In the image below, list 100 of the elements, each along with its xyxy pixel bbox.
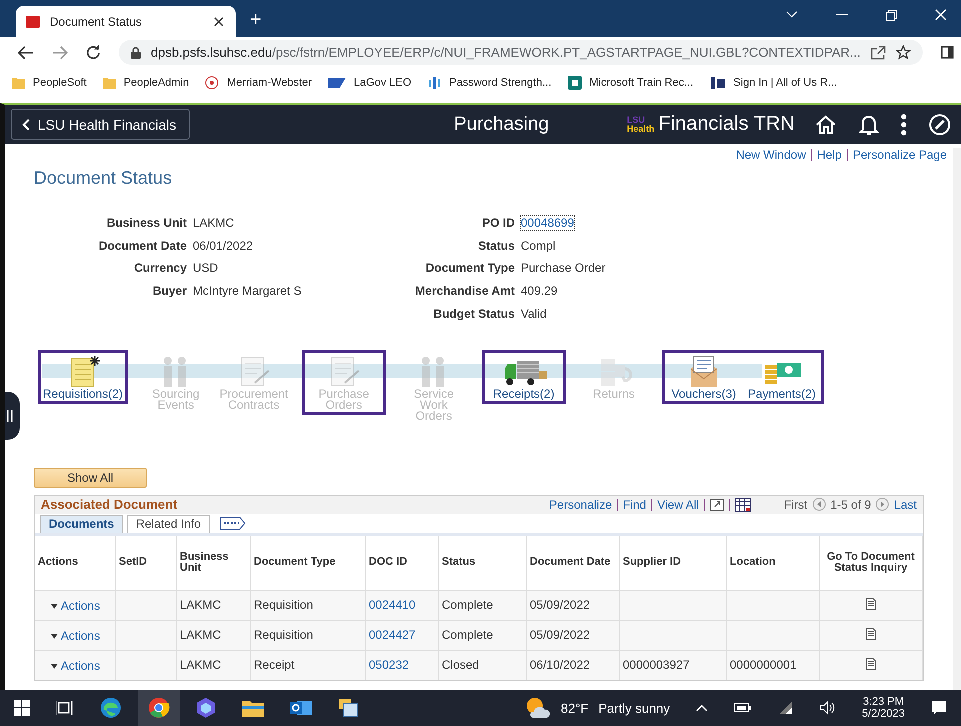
step-link[interactable]: Requisitions(2) xyxy=(43,388,124,400)
folder-icon[interactable] xyxy=(242,699,264,717)
brand-title: Financials TRN xyxy=(658,113,795,136)
grid-link[interactable]: View All xyxy=(657,498,700,512)
grid-link[interactable]: Personalize xyxy=(549,498,612,512)
grid-tab[interactable]: Documents xyxy=(40,514,124,533)
table-cell: 05/09/2022 xyxy=(530,628,590,642)
document-icon[interactable] xyxy=(866,598,876,610)
task-view-icon[interactable] xyxy=(56,700,74,716)
windows-start-icon[interactable] xyxy=(14,700,30,716)
clock-date: 5/2/2023 xyxy=(862,708,905,720)
bookmark-label: Password Strength... xyxy=(450,76,552,88)
step-link[interactable]: Payments(2) xyxy=(748,388,816,400)
browser-tab[interactable]: Document Status xyxy=(16,6,236,37)
bookmark[interactable]: Password Strength... xyxy=(428,76,552,90)
bookmark[interactable]: PeopleAdmin xyxy=(102,76,190,88)
back-arrow-icon[interactable] xyxy=(18,46,34,60)
compass-icon[interactable] xyxy=(929,114,951,136)
chevron-up-icon[interactable] xyxy=(696,704,708,712)
document-icon[interactable] xyxy=(866,658,876,670)
hexagon-app-icon[interactable] xyxy=(196,697,216,719)
page-header-title: Purchasing xyxy=(454,114,550,136)
po-id-link[interactable]: 00048699 xyxy=(521,216,574,230)
bookmark-label: PeopleSoft xyxy=(33,76,87,88)
minimize-icon[interactable] xyxy=(836,14,848,16)
previous-icon[interactable] xyxy=(812,498,826,512)
caret-icon xyxy=(51,664,58,669)
chevron-down-icon[interactable] xyxy=(786,11,798,19)
field-label: Document Date xyxy=(98,238,187,253)
restore-icon[interactable] xyxy=(886,10,897,20)
clock-time: 3:23 PM xyxy=(863,696,904,708)
field-value: Purchase Order xyxy=(521,261,606,276)
mail-app-icon[interactable] xyxy=(290,698,312,718)
wifi-icon[interactable] xyxy=(778,701,794,715)
bookmark[interactable]: Merriam-Webster xyxy=(205,76,312,90)
bookmark[interactable]: PeopleSoft xyxy=(12,76,87,88)
field-label: Currency xyxy=(133,261,187,276)
address-bar[interactable]: dpsb.psfs.lsuhsc.edu/psc/fstrn/EMPLOYEE/ERP/c/NUI_FRAMEWORK.PT_AGSTARTPAGE_NUI.GBL?CONTEXTIDPAR... xyxy=(119,40,923,65)
reload-icon[interactable] xyxy=(86,45,101,60)
field-value: USD xyxy=(193,261,218,276)
chevron-left-icon xyxy=(22,118,30,130)
battery-icon[interactable] xyxy=(734,702,752,714)
page-link[interactable]: Personalize Page xyxy=(852,148,947,162)
step-link[interactable]: Vouchers(3) xyxy=(672,388,736,400)
page-link[interactable]: Help xyxy=(817,148,842,162)
field-label: Buyer xyxy=(152,284,187,298)
field-label: Merchandise Amt xyxy=(414,284,515,298)
side-panel-handle[interactable] xyxy=(5,392,20,440)
bookmark[interactable]: LaGov LEO xyxy=(328,76,412,88)
bookmark-label: Sign In | All of Us R... xyxy=(734,76,838,88)
notifications-icon[interactable] xyxy=(931,700,947,716)
folder-icon xyxy=(102,76,116,88)
field-value: Valid xyxy=(521,306,547,321)
back-button[interactable]: LSU Health Financials xyxy=(11,109,190,140)
column-header: Actions xyxy=(35,536,116,590)
table-cell: Complete xyxy=(442,598,494,612)
step-label: Purchase Orders xyxy=(318,388,370,411)
show-all-columns-icon[interactable] xyxy=(220,516,246,530)
speaker-icon[interactable] xyxy=(820,701,836,715)
show-all-button[interactable]: Show All xyxy=(34,468,147,488)
new-tab-button[interactable]: + xyxy=(250,9,262,32)
column-header: Location xyxy=(726,536,820,590)
bookmark-label: LaGov LEO xyxy=(354,76,412,88)
more-vertical-icon[interactable] xyxy=(901,114,907,136)
new-window-icon[interactable] xyxy=(710,498,724,511)
field-value: 06/01/2022 xyxy=(193,238,254,253)
forward-arrow-icon[interactable] xyxy=(52,46,68,60)
document-icon[interactable] xyxy=(866,628,876,640)
last-link[interactable]: Last xyxy=(894,498,917,512)
bars-icon xyxy=(428,76,442,90)
step-label: Returns xyxy=(593,388,636,400)
home-icon[interactable] xyxy=(815,114,837,134)
side-panel-icon[interactable] xyxy=(940,46,954,59)
bell-icon[interactable] xyxy=(859,114,879,136)
lsu-health-logo: LSU Health xyxy=(627,116,655,134)
chrome-browser-icon[interactable] xyxy=(148,697,170,719)
star-icon[interactable] xyxy=(896,45,911,60)
close-icon[interactable] xyxy=(214,16,224,26)
grid-tab[interactable]: Related Info xyxy=(127,514,210,533)
column-header: DOC ID xyxy=(366,536,438,590)
bookmark-label: PeopleAdmin xyxy=(124,76,190,88)
windows-stack-icon[interactable] xyxy=(338,698,360,718)
weather-sun-cloud-icon[interactable] xyxy=(525,696,552,720)
field-label: Budget Status xyxy=(432,306,515,321)
table-cell: LAKMC xyxy=(180,598,222,612)
spreadsheet-icon[interactable] xyxy=(735,498,752,512)
share-icon[interactable] xyxy=(870,46,886,60)
column-header: Document Date xyxy=(526,536,620,590)
next-icon[interactable] xyxy=(876,498,890,512)
grid-title: Associated Document xyxy=(41,497,178,512)
grid-link[interactable]: Find xyxy=(623,498,646,512)
step-link[interactable]: Receipts(2) xyxy=(493,388,555,400)
page-link[interactable]: New Window xyxy=(736,148,806,162)
edge-browser-icon[interactable] xyxy=(100,697,122,719)
bookmark-label: Microsoft Train Rec... xyxy=(590,76,694,88)
step-label: Sourcing Events xyxy=(152,388,200,411)
bookmark-label: Merriam-Webster xyxy=(227,76,312,88)
caret-icon xyxy=(51,634,58,639)
bookmark[interactable]: Sign In | All of Us R... xyxy=(710,76,838,90)
bookmark[interactable]: Microsoft Train Rec... xyxy=(568,76,694,90)
